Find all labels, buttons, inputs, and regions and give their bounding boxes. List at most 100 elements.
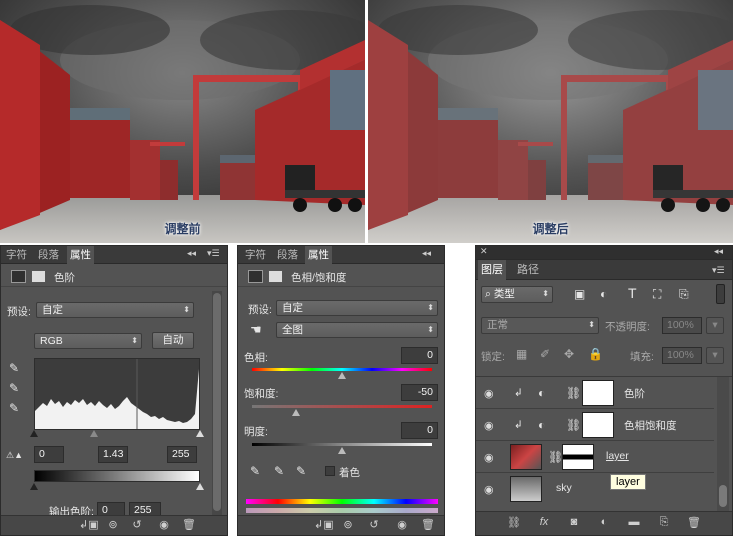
- view-previous-icon[interactable]: ⊚: [340, 518, 356, 531]
- eyedropper-white-icon[interactable]: ✎: [9, 401, 19, 415]
- layer-mask-thumbnail[interactable]: [582, 380, 614, 406]
- layer-name[interactable]: sky: [556, 482, 572, 494]
- layer-mask-thumbnail[interactable]: [562, 444, 594, 470]
- scrollbar-thumb[interactable]: [719, 485, 727, 507]
- close-icon[interactable]: ✕: [480, 246, 488, 257]
- collapse-icon[interactable]: ◂◂: [422, 248, 431, 259]
- lightness-slider-thumb[interactable]: [338, 447, 346, 454]
- layer-name[interactable]: 色相饱和度: [624, 418, 677, 433]
- layer-mask-thumbnail[interactable]: [582, 412, 614, 438]
- input-white-field[interactable]: 255: [167, 446, 197, 463]
- eyedropper-plus-icon[interactable]: ✎: [274, 464, 284, 478]
- panel-menu-icon[interactable]: ▾☰: [712, 265, 725, 276]
- range-select[interactable]: 全图 ⬍: [276, 322, 438, 338]
- layer-thumbnail[interactable]: [510, 476, 542, 502]
- view-previous-icon[interactable]: ⊚: [105, 518, 121, 531]
- reset-icon[interactable]: ↺: [366, 518, 382, 531]
- add-mask-icon[interactable]: ◙: [566, 516, 582, 528]
- opacity-dropdown[interactable]: ▾: [706, 317, 724, 334]
- eyedropper-minus-icon[interactable]: ✎: [296, 464, 306, 478]
- link-layers-icon[interactable]: ⛓: [506, 516, 522, 529]
- eye-icon[interactable]: ◉: [484, 483, 494, 496]
- output-black-slider[interactable]: [30, 483, 38, 490]
- input-black-slider[interactable]: [30, 430, 38, 437]
- tab-paths[interactable]: 路径: [514, 260, 542, 280]
- eyedropper-gray-icon[interactable]: ✎: [9, 381, 19, 395]
- tab-paragraph[interactable]: 段落: [35, 246, 62, 264]
- hand-tool-icon[interactable]: ☚: [250, 322, 262, 338]
- tab-character[interactable]: 字符: [242, 246, 269, 264]
- trash-icon[interactable]: 🗑: [686, 516, 702, 529]
- layer-thumbnail[interactable]: [510, 444, 542, 470]
- new-adjustment-icon[interactable]: ◐: [596, 516, 612, 528]
- tab-character[interactable]: 字符: [3, 246, 30, 264]
- clip-to-layer-icon[interactable]: ↲▣: [314, 518, 334, 531]
- blend-mode-select[interactable]: 正常 ⬍: [481, 317, 599, 334]
- input-gamma-slider[interactable]: [90, 430, 98, 437]
- lock-paint-icon[interactable]: ✐: [540, 347, 550, 361]
- new-layer-icon[interactable]: ⎘: [656, 516, 672, 529]
- scrollbar-thumb[interactable]: [213, 293, 221, 511]
- eye-icon[interactable]: ◉: [484, 419, 494, 432]
- reset-icon[interactable]: ↺: [129, 518, 145, 531]
- tab-layers[interactable]: 图层: [478, 260, 506, 280]
- tab-properties[interactable]: 属性: [305, 246, 332, 264]
- filter-smart-object-icon[interactable]: ⎘: [679, 287, 689, 302]
- colorize-checkbox[interactable]: [325, 466, 335, 476]
- lock-all-icon[interactable]: 🔒: [588, 347, 603, 361]
- output-white-slider[interactable]: [196, 483, 204, 490]
- layer-name[interactable]: 色阶: [624, 386, 645, 401]
- filter-type-icon[interactable]: T: [628, 285, 637, 301]
- scrollbar[interactable]: [717, 377, 729, 513]
- lightness-slider-track[interactable]: [252, 443, 432, 446]
- fx-icon[interactable]: fx: [536, 516, 552, 528]
- visibility-icon[interactable]: ◉: [394, 518, 410, 531]
- layer-row-layer[interactable]: ◉ ⛓ layer: [476, 441, 714, 473]
- eyedropper-black-icon[interactable]: ✎: [9, 361, 19, 375]
- saturation-slider-thumb[interactable]: [292, 409, 300, 416]
- preset-select[interactable]: 自定 ⬍: [36, 302, 194, 318]
- scrollbar[interactable]: [212, 291, 222, 517]
- visibility-icon[interactable]: ◉: [156, 518, 172, 531]
- filter-pixel-icon[interactable]: ▣: [574, 287, 585, 301]
- trash-icon[interactable]: 🗑: [420, 518, 436, 531]
- layer-row-sky[interactable]: ◉ sky: [476, 473, 714, 505]
- lock-transparent-icon[interactable]: ▦: [516, 347, 527, 361]
- opacity-field[interactable]: 100%: [662, 317, 702, 334]
- eyedropper-icon[interactable]: ✎: [250, 464, 260, 478]
- saturation-field[interactable]: -50: [401, 384, 438, 401]
- trash-icon[interactable]: 🗑: [181, 518, 197, 531]
- filter-kind-select[interactable]: ⌕ 类型 ⬍: [481, 286, 553, 303]
- saturation-slider-track[interactable]: [252, 405, 432, 408]
- layer-row-levels[interactable]: ◉ ↲ ◐ ⛓ 色阶: [476, 377, 714, 409]
- tab-paragraph[interactable]: 段落: [274, 246, 301, 264]
- panel-menu-icon[interactable]: ▾☰: [207, 248, 220, 259]
- hue-field[interactable]: 0: [401, 347, 438, 364]
- input-white-slider[interactable]: [196, 430, 204, 437]
- auto-button[interactable]: 自动: [152, 332, 194, 349]
- input-black-field[interactable]: 0: [34, 446, 64, 463]
- eye-icon[interactable]: ◉: [484, 451, 494, 464]
- fill-dropdown[interactable]: ▾: [706, 347, 724, 364]
- eye-icon[interactable]: ◉: [484, 387, 494, 400]
- adjustment-title: 色阶: [54, 272, 75, 284]
- layer-name[interactable]: layer: [606, 450, 629, 462]
- tab-properties[interactable]: 属性: [67, 246, 94, 264]
- filter-adjustment-icon[interactable]: ◐: [600, 287, 607, 301]
- lock-position-icon[interactable]: ✥: [564, 347, 574, 361]
- input-gamma-field[interactable]: 1.43: [98, 446, 128, 463]
- preset-select[interactable]: 自定 ⬍: [276, 300, 438, 316]
- layer-row-hue-saturation[interactable]: ◉ ↲ ◐ ⛓ 色相饱和度: [476, 409, 714, 441]
- new-group-icon[interactable]: ▬: [626, 516, 642, 528]
- channel-select[interactable]: RGB ⬍: [34, 333, 142, 349]
- clip-to-layer-icon[interactable]: ↲▣: [79, 518, 99, 531]
- hue-slider-thumb[interactable]: [338, 372, 346, 379]
- filter-shape-icon[interactable]: ⛶: [653, 287, 661, 302]
- lightness-field[interactable]: 0: [401, 422, 438, 439]
- fill-field[interactable]: 100%: [662, 347, 702, 364]
- collapse-icon[interactable]: ◂◂: [714, 246, 723, 257]
- filter-toggle[interactable]: [716, 284, 725, 304]
- clip-warning-icon[interactable]: ⚠▲: [6, 450, 23, 461]
- collapse-icon[interactable]: ◂◂: [187, 248, 196, 259]
- hue-slider-track[interactable]: [252, 368, 432, 371]
